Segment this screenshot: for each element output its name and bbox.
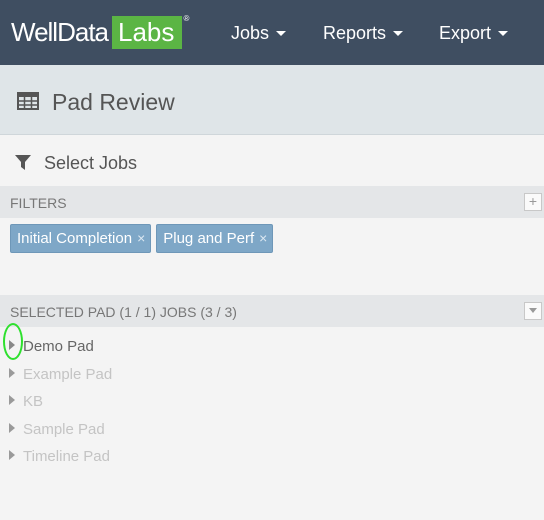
add-filter-button[interactable]: +	[524, 193, 542, 211]
caret-down-icon	[498, 30, 509, 36]
caret-down-icon	[529, 308, 537, 313]
top-navbar: WellData Labs ® Jobs Reports Export	[0, 0, 544, 65]
filters-label: FILTERS	[10, 195, 67, 211]
expand-arrow-icon[interactable]	[9, 395, 15, 405]
expand-arrow-icon[interactable]	[9, 450, 15, 460]
pad-item-demo-pad[interactable]: Demo Pad	[0, 323, 544, 361]
remove-filter-icon[interactable]: ×	[259, 225, 267, 252]
filter-icon	[15, 155, 31, 170]
filter-chip-label: Initial Completion	[17, 230, 133, 247]
welldatalabs-logo[interactable]: WellData Labs ®	[11, 14, 189, 49]
filter-chip-initial-completion: Initial Completion ×	[10, 224, 152, 253]
pad-label: Example Pad	[23, 365, 113, 383]
filters-bar: FILTERS +	[0, 186, 544, 218]
remove-filter-icon[interactable]: ×	[137, 225, 145, 252]
nav-jobs-dropdown[interactable]: Jobs	[231, 22, 287, 44]
registered-mark: ®	[183, 14, 190, 23]
selected-pads-bar: SELECTED PAD (1 / 1) JOBS (3 / 3)	[0, 295, 544, 327]
page-title: Pad Review	[52, 89, 175, 115]
collapse-button[interactable]	[524, 302, 542, 320]
pad-label: Sample Pad	[23, 420, 105, 438]
select-jobs-header: Select Jobs	[0, 136, 544, 186]
pad-item-example-pad[interactable]: Example Pad	[0, 361, 544, 389]
filter-chip-plug-and-perf: Plug and Perf ×	[156, 224, 274, 253]
pad-item-sample-pad[interactable]: Sample Pad	[0, 416, 544, 444]
pad-label: Demo Pad	[23, 338, 94, 355]
expand-arrow-icon[interactable]	[9, 340, 15, 350]
filter-chips: Initial Completion × Plug and Perf ×	[10, 224, 274, 253]
caret-down-icon	[276, 30, 287, 36]
selected-pads-label: SELECTED PAD (1 / 1) JOBS (3 / 3)	[10, 304, 237, 320]
nav-reports-dropdown[interactable]: Reports	[323, 22, 404, 44]
nav-jobs-label: Jobs	[231, 23, 270, 43]
table-icon	[17, 92, 39, 110]
nav-export-label: Export	[439, 23, 492, 43]
pad-item-timeline-pad[interactable]: Timeline Pad	[0, 443, 544, 471]
pad-label: KB	[23, 393, 44, 410]
pad-list: Demo Pad Example Pad KB Sample Pad Timel…	[0, 323, 544, 471]
nav-reports-label: Reports	[323, 23, 387, 43]
logo-accent-text: Labs	[112, 16, 183, 49]
logo-text: WellData	[11, 17, 109, 47]
expand-arrow-icon[interactable]	[9, 367, 15, 378]
nav-export-dropdown[interactable]: Export	[439, 22, 509, 44]
select-jobs-title: Select Jobs	[44, 153, 138, 173]
page-header: Pad Review	[0, 65, 544, 135]
caret-down-icon	[393, 30, 404, 36]
pad-item-kb[interactable]: KB	[0, 388, 544, 416]
pad-label: Timeline Pad	[23, 448, 110, 465]
expand-arrow-icon[interactable]	[9, 422, 15, 433]
filter-chip-label: Plug and Perf	[163, 230, 255, 247]
